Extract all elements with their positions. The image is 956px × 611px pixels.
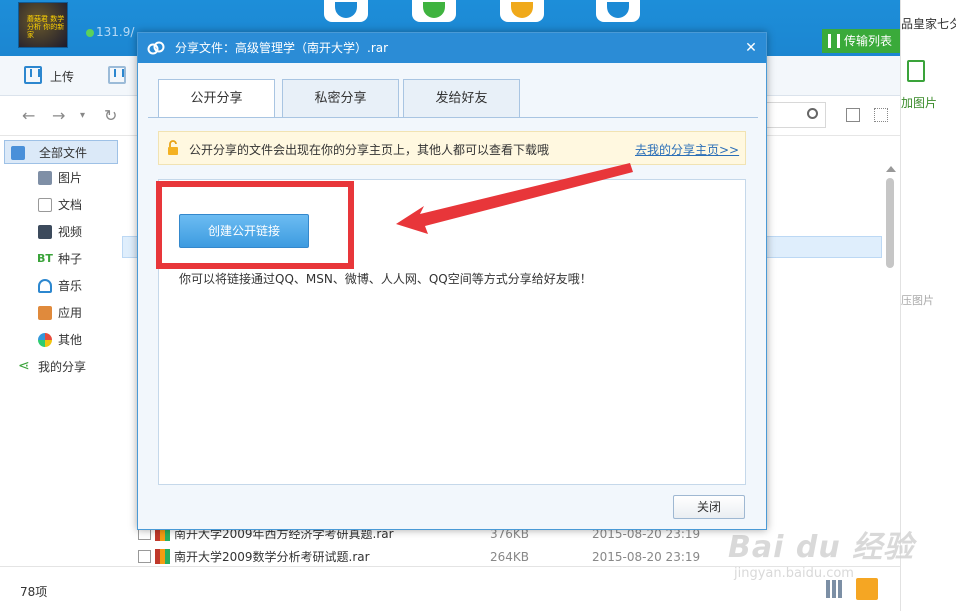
add-image-icon[interactable] bbox=[907, 60, 925, 82]
sidebar-item-label: 全部文件 bbox=[39, 146, 88, 160]
transfer-list-label: 传输列表 bbox=[844, 34, 893, 48]
list-scrollbar[interactable] bbox=[884, 166, 898, 566]
avatar[interactable]: 蘑菇君 数学分析 你的新家 bbox=[18, 2, 68, 48]
download-icon[interactable] bbox=[108, 66, 126, 84]
tab-label: 公开分享 bbox=[190, 91, 243, 106]
unlock-icon bbox=[168, 140, 178, 155]
file-date: 2015-08-20 23:19 bbox=[592, 550, 701, 564]
dialog-title: 分享文件：高级管理学（南开大学）.rar bbox=[175, 41, 389, 55]
right-panel: 品皇家七夕 加图片 压图片 bbox=[900, 0, 956, 611]
music-icon bbox=[38, 279, 52, 293]
sidebar-item-torrents[interactable]: BT 种子 bbox=[0, 247, 122, 271]
transfer-list-button[interactable]: 传输列表 bbox=[822, 29, 900, 53]
sidebar-item-music[interactable]: 音乐 bbox=[0, 274, 122, 298]
cloud-icon bbox=[147, 41, 165, 55]
nav-safe-icon[interactable] bbox=[500, 0, 544, 22]
sidebar-item-label: 应用 bbox=[58, 306, 83, 320]
history-dropdown-icon[interactable]: ▾ bbox=[80, 110, 85, 121]
video-icon bbox=[38, 225, 52, 239]
transfer-icon bbox=[828, 34, 840, 48]
bt-icon: BT bbox=[37, 252, 53, 265]
forward-arrow-icon[interactable]: → bbox=[52, 106, 65, 125]
tab-label: 私密分享 bbox=[314, 91, 367, 106]
tab-private-share[interactable]: 私密分享 bbox=[282, 79, 399, 117]
file-name[interactable]: 南开大学2009数学分析考研试题.rar bbox=[174, 546, 370, 568]
image-icon bbox=[38, 171, 52, 185]
watermark-url: jingyan.baidu.com bbox=[734, 566, 854, 581]
upload-icon[interactable] bbox=[24, 66, 42, 84]
list-view-icon[interactable] bbox=[846, 108, 860, 122]
sidebar-item-apps[interactable]: 应用 bbox=[0, 301, 122, 325]
back-arrow-icon[interactable]: ← bbox=[22, 106, 35, 125]
tab-label: 发给好友 bbox=[435, 91, 488, 106]
dialog-title-bar[interactable]: 分享文件：高级管理学（南开大学）.rar ✕ bbox=[138, 33, 766, 63]
share-description: 你可以将链接通过QQ、MSN、微博、人人网、QQ空间等方式分享给好友哦！ bbox=[179, 272, 592, 286]
sidebar-item-other[interactable]: 其他 bbox=[0, 328, 122, 352]
avatar-text: 蘑菇君 数学分析 你的新家 bbox=[27, 15, 65, 39]
rar-file-icon bbox=[155, 549, 170, 564]
search-icon bbox=[807, 108, 818, 119]
upload-button-label[interactable]: 上传 bbox=[50, 68, 74, 85]
sidebar-item-label: 图片 bbox=[58, 171, 83, 185]
notice-banner: 公开分享的文件会出现在你的分享主页上，其他人都可以查看下载哦 去我的分享主页>> bbox=[158, 131, 746, 165]
sidebar-item-my-share[interactable]: ⋖ 我的分享 bbox=[0, 355, 122, 379]
sidebar-item-label: 其他 bbox=[58, 333, 83, 347]
share-icon: ⋖ bbox=[18, 358, 30, 374]
right-panel-hint: 压图片 bbox=[901, 294, 934, 307]
my-share-home-link[interactable]: 去我的分享主页>> bbox=[635, 141, 739, 158]
nav-netdisk-icon[interactable] bbox=[324, 0, 368, 22]
grid-view-icon[interactable] bbox=[874, 108, 888, 122]
notice-text: 公开分享的文件会出现在你的分享主页上，其他人都可以查看下载哦 bbox=[189, 143, 550, 157]
item-count: 78项 bbox=[20, 585, 48, 599]
other-icon bbox=[38, 333, 52, 347]
tab-send-to-friend[interactable]: 发给好友 bbox=[403, 79, 520, 117]
online-status-icon bbox=[86, 29, 94, 37]
folder-icon bbox=[11, 146, 25, 160]
file-size: 264KB bbox=[490, 550, 530, 564]
back-to-top-icon[interactable] bbox=[856, 578, 878, 600]
sidebar-item-documents[interactable]: 文档 bbox=[0, 193, 122, 217]
sidebar-item-all-files[interactable]: 全部文件 bbox=[4, 140, 118, 164]
nav-share-icon[interactable] bbox=[412, 0, 456, 22]
search-input[interactable] bbox=[766, 102, 826, 128]
sidebar-item-videos[interactable]: 视频 bbox=[0, 220, 122, 244]
annotation-highlight-box bbox=[156, 181, 354, 269]
scrollbar-thumb[interactable] bbox=[886, 178, 894, 268]
close-icon[interactable]: ✕ bbox=[742, 39, 760, 57]
document-icon bbox=[38, 198, 52, 212]
nav-tools-icon[interactable] bbox=[596, 0, 640, 22]
row-checkbox[interactable] bbox=[138, 550, 151, 563]
sidebar-item-label: 种子 bbox=[58, 252, 83, 266]
sidebar-item-label: 音乐 bbox=[58, 279, 83, 293]
sidebar-item-label: 我的分享 bbox=[38, 360, 87, 374]
tab-divider bbox=[148, 117, 758, 118]
tab-public-share[interactable]: 公开分享 bbox=[158, 79, 275, 118]
sidebar: 全部文件 图片 文档 视频 BT 种子 音乐 应用 其他 ⋖ 我的分享 bbox=[0, 136, 122, 566]
app-icon bbox=[38, 306, 52, 320]
scroll-up-icon[interactable] bbox=[886, 166, 896, 172]
sidebar-item-images[interactable]: 图片 bbox=[0, 166, 122, 190]
sidebar-item-label: 文档 bbox=[58, 198, 83, 212]
add-image-label[interactable]: 加图片 bbox=[901, 94, 937, 111]
quota-text: 131.9/ bbox=[96, 25, 135, 39]
close-button[interactable]: 关闭 bbox=[673, 495, 745, 519]
right-panel-title: 品皇家七夕 bbox=[901, 17, 956, 31]
grid-view-toggle-icon[interactable] bbox=[826, 580, 844, 598]
sidebar-item-label: 视频 bbox=[58, 225, 83, 239]
refresh-icon[interactable]: ↻ bbox=[104, 106, 117, 125]
share-dialog: 分享文件：高级管理学（南开大学）.rar ✕ 公开分享 私密分享 发给好友 公开… bbox=[137, 32, 767, 530]
